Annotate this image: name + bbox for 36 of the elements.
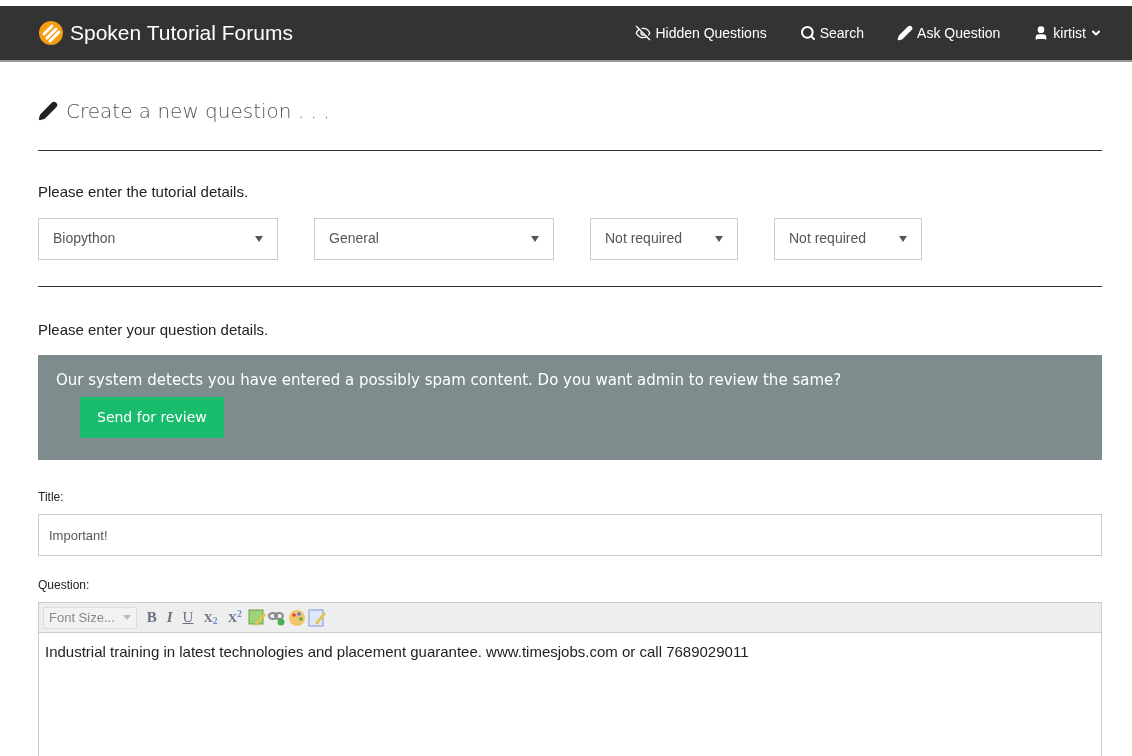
palette-icon[interactable] <box>288 608 306 627</box>
select-field[interactable]: Not required <box>590 217 738 260</box>
select-field[interactable]: General <box>314 217 554 260</box>
link-icon[interactable] <box>268 609 286 626</box>
nav-link[interactable]: Hidden Questions <box>635 22 767 44</box>
page-title: Create a new question . . . <box>66 98 330 125</box>
editor-text[interactable]: Industrial training in latest technologies and placement guarantee. www.timesjobs.com or call 7689029011 <box>39 633 1101 664</box>
select-field[interactable]: Not required <box>774 217 922 260</box>
caret-icon <box>122 615 131 620</box>
pencil-icon <box>897 25 914 41</box>
caret-icon <box>531 235 539 242</box>
title-field[interactable]: Important! <box>38 514 1102 556</box>
eye-slash-icon <box>635 25 652 41</box>
document-edit-icon[interactable] <box>308 608 326 627</box>
pencil-icon <box>38 101 58 121</box>
field-label: Question: <box>38 577 91 594</box>
script-button[interactable]: X$^{2}$ <box>223 607 246 628</box>
nav-link[interactable]: Ask Question <box>897 22 1001 44</box>
italic-button[interactable]: I <box>162 606 177 629</box>
brand-link[interactable]: Spoken Tutorial Forums <box>38 17 293 49</box>
nav-link[interactable]: kirtist <box>1033 22 1102 44</box>
alert-message: Our system detects you have entered a possibly spam content. Do you want admin to review the same? <box>56 370 843 391</box>
bold-button[interactable]: B <box>142 606 161 629</box>
nav-link[interactable]: Search <box>799 22 865 44</box>
field-label: Title: <box>38 489 65 506</box>
caret-icon <box>255 235 263 242</box>
script-button[interactable]: X$_{2}$ <box>199 607 222 628</box>
section-label: Please enter your question details. <box>38 319 270 340</box>
caret-icon <box>715 235 723 242</box>
section-label: Please enter the tutorial details. <box>38 182 250 202</box>
caret-icon <box>899 235 907 242</box>
logo-icon <box>38 20 64 46</box>
underline-button[interactable]: U <box>178 606 198 629</box>
select-field[interactable]: Biopython <box>38 217 278 260</box>
search-icon <box>799 25 816 41</box>
image-edit-icon[interactable] <box>248 608 266 627</box>
